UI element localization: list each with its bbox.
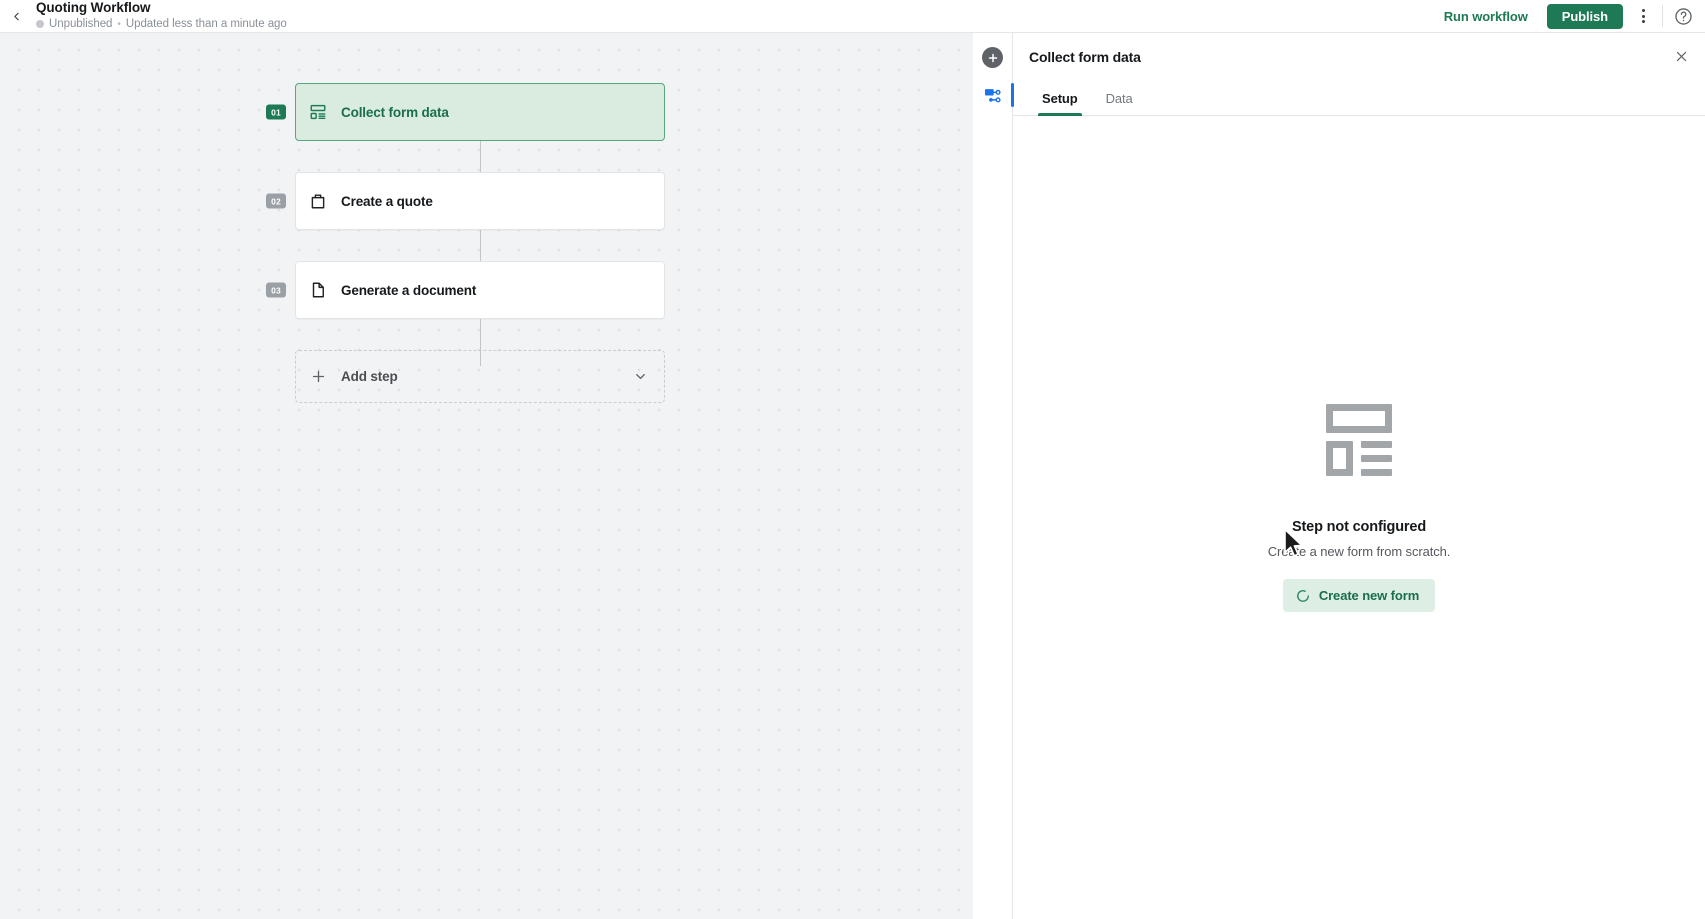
workflow-title-block: Quoting Workflow Unpublished • Updated l… [36, 1, 287, 30]
panel-icon-rail [973, 33, 1013, 919]
step-details-panel: Collect form data Setup Data Step not co… [1013, 33, 1705, 919]
panel-tabs: Setup Data [1013, 81, 1705, 116]
panel-title: Collect form data [1029, 49, 1141, 65]
workflow-steps-list: 01 Collect form data 02 Create a quote 0… [295, 83, 665, 403]
plus-circle-icon [987, 52, 999, 64]
step-number-badge: 01 [266, 105, 286, 120]
step-label: Create a quote [341, 194, 433, 209]
back-button[interactable] [1, 1, 31, 31]
document-icon [307, 279, 329, 301]
top-bar: Quoting Workflow Unpublished • Updated l… [0, 0, 1705, 33]
page-title: Quoting Workflow [36, 1, 287, 16]
create-new-form-button[interactable]: Create new form [1283, 579, 1435, 612]
panel-body: Step not configured Create a new form fr… [1013, 116, 1705, 919]
workflow-nodes-icon [983, 86, 1002, 105]
chevron-left-icon [10, 10, 23, 23]
publish-button[interactable]: Publish [1547, 4, 1623, 29]
close-icon [1674, 49, 1689, 64]
empty-state-title: Step not configured [1292, 519, 1426, 535]
more-options-button[interactable] [1629, 2, 1657, 30]
workflow-step-create-a-quote[interactable]: 02 Create a quote [295, 172, 665, 230]
updated-timestamp: Updated less than a minute ago [126, 18, 287, 31]
rail-item-workflow-steps[interactable] [973, 82, 1013, 108]
run-workflow-button[interactable]: Run workflow [1434, 3, 1538, 30]
step-number-badge: 02 [266, 194, 286, 209]
workflow-step-collect-form-data[interactable]: 01 Collect form data [295, 83, 665, 141]
workflow-canvas[interactable]: 01 Collect form data 02 Create a quote 0… [0, 33, 973, 919]
form-layout-icon [307, 101, 329, 123]
close-panel-button[interactable] [1668, 43, 1694, 69]
create-new-form-label: Create new form [1319, 588, 1419, 603]
workflow-meta: Unpublished • Updated less than a minute… [36, 18, 287, 31]
status-dot-icon [36, 20, 44, 28]
empty-state-subtitle: Create a new form from scratch. [1268, 544, 1451, 559]
form-placeholder-icon [1326, 404, 1392, 476]
step-number-badge: 03 [266, 283, 286, 298]
step-label: Collect form data [341, 105, 449, 120]
help-button[interactable] [1670, 3, 1696, 29]
tab-data[interactable]: Data [1094, 81, 1145, 115]
panel-header: Collect form data [1013, 33, 1705, 81]
meta-separator: • [117, 19, 120, 30]
loading-spinner-icon [1296, 589, 1310, 603]
chevron-down-icon[interactable] [633, 369, 648, 384]
step-label: Generate a document [341, 283, 476, 298]
toolbar-divider [1662, 5, 1663, 27]
workflow-step-generate-a-document[interactable]: 03 Generate a document [295, 261, 665, 319]
more-vertical-icon [1642, 9, 1645, 12]
status-badge: Unpublished [49, 18, 112, 31]
help-circle-icon [1674, 7, 1693, 26]
add-step-button[interactable]: Add step [295, 350, 665, 403]
top-bar-actions: Run workflow Publish [1434, 0, 1705, 32]
plus-icon [307, 366, 329, 388]
shopping-bag-icon [307, 190, 329, 212]
add-step-label: Add step [341, 369, 398, 384]
tab-setup[interactable]: Setup [1030, 81, 1090, 115]
add-panel-button[interactable] [982, 47, 1003, 68]
